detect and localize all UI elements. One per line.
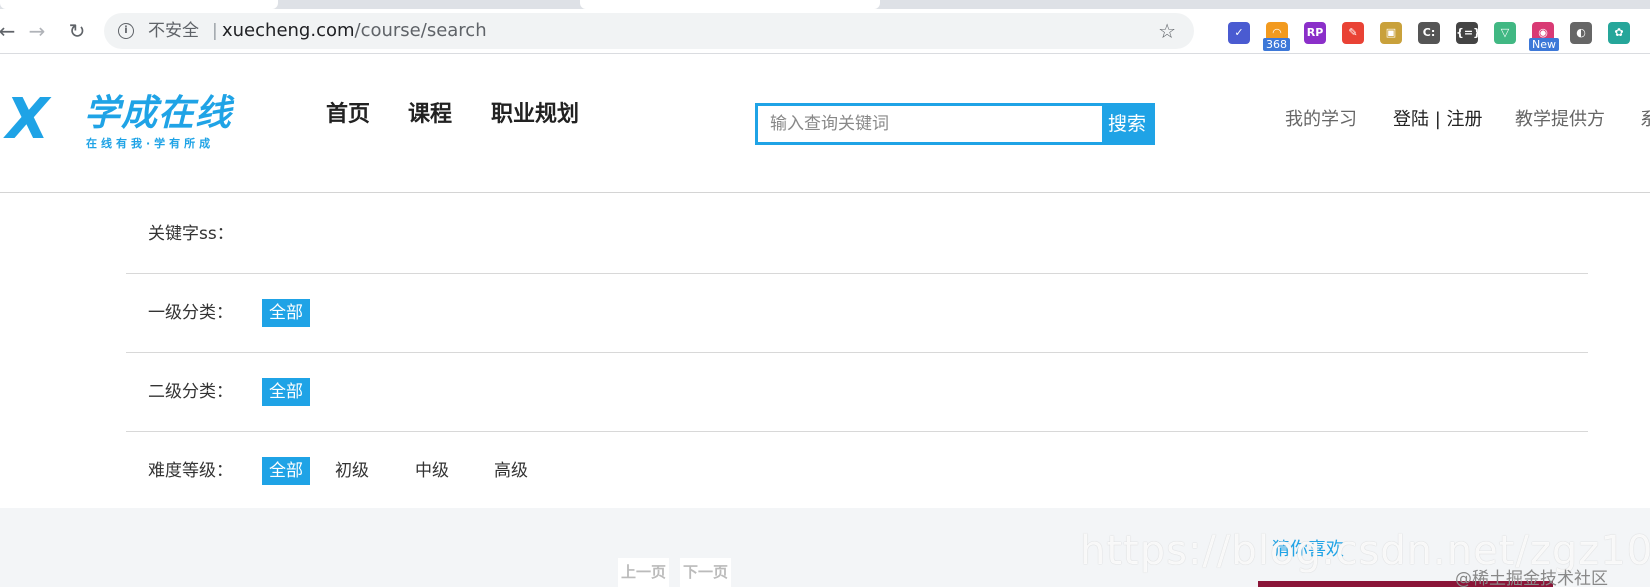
logo-slogan: 在线有我·学有所成	[86, 137, 215, 150]
c-extension-glyph: C:	[1422, 26, 1436, 39]
nav-career[interactable]: 职业规划	[491, 100, 579, 130]
browser-tab-strip	[0, 0, 1650, 9]
nav-courses[interactable]: 课程	[408, 100, 452, 130]
check-extension-glyph: ✓	[1234, 26, 1244, 39]
difficulty-row: 难度等级： 全部 初级 中级 高级	[126, 432, 1588, 511]
truncated-nav-link[interactable]: 系	[1640, 105, 1650, 135]
search-input[interactable]	[758, 106, 1105, 142]
community-watermark: @稀土掘金技术社区	[1455, 569, 1608, 587]
next-page-button[interactable]: 下一页	[680, 558, 732, 587]
filter-panel: 关键字ss： 一级分类： 全部 二级分类： 全部 难度等级： 全部 初级 中级 …	[126, 195, 1588, 511]
url-text[interactable]: xuecheng.com/course/search	[222, 13, 487, 49]
difficulty-label: 难度等级：	[148, 461, 233, 481]
difficulty-option-advanced[interactable]: 高级	[487, 457, 535, 485]
screenshot-root: ← → ↻ i 不安全 | xuecheng.com/course/search…	[0, 0, 1650, 587]
login-register-link[interactable]: 登陆 | 注册	[1393, 105, 1483, 135]
search-button[interactable]: 搜索	[1102, 106, 1152, 142]
image-extension-glyph: ▣	[1385, 26, 1397, 39]
url-host: xuecheng.com	[222, 20, 355, 41]
keyword-row: 关键字ss：	[126, 195, 1588, 274]
my-learning-link[interactable]: 我的学习	[1285, 105, 1357, 135]
logo-x-icon: X	[6, 87, 49, 152]
url-path: /course/search	[354, 20, 487, 41]
back-button[interactable]: ←	[0, 18, 20, 44]
palette-extension-glyph: ◐	[1576, 26, 1586, 39]
site-logo[interactable]: X 学成在线 在线有我·学有所成	[6, 90, 251, 155]
level2-category-label: 二级分类：	[148, 382, 233, 402]
extension-badge: New	[1529, 38, 1559, 51]
site-header: X 学成在线 在线有我·学有所成 首页 课程 职业规划 搜索 我的学习 登陆 |…	[0, 55, 1650, 193]
keyword-label: 关键字ss：	[148, 224, 234, 244]
info-icon[interactable]: i	[118, 23, 134, 39]
level1-option-all[interactable]: 全部	[262, 299, 310, 327]
image-extension-icon[interactable]: ▣	[1380, 22, 1402, 44]
teal-extension-glyph: ✿	[1614, 26, 1624, 39]
results-area: 上一页 下一页 猜你喜欢 https://blog.csdn.net/zgz10…	[0, 508, 1650, 587]
difficulty-option-all[interactable]: 全部	[262, 457, 310, 485]
browser-toolbar: ← → ↻ i 不安全 | xuecheng.com/course/search…	[0, 9, 1650, 54]
search-form: 搜索	[755, 103, 1155, 145]
palette-extension-icon[interactable]: ◐	[1570, 22, 1592, 44]
level2-category-row: 二级分类： 全部	[126, 353, 1588, 432]
level1-category-label: 一级分类：	[148, 303, 233, 323]
colorful-extension-icon[interactable]: ✎	[1342, 22, 1364, 44]
teaching-provider-link[interactable]: 教学提供方	[1515, 105, 1605, 135]
json-extension-glyph: {=}	[1456, 26, 1481, 39]
browser-tab[interactable]	[580, 0, 880, 9]
extension-badge: 368	[1263, 38, 1290, 51]
logo-name: 学成在线	[84, 93, 233, 134]
forward-button[interactable]: →	[24, 18, 50, 44]
rss-extension-icon[interactable]: ◠ 368	[1263, 22, 1290, 51]
difficulty-option-beginner[interactable]: 初级	[328, 457, 376, 485]
rp-extension-icon[interactable]: RP	[1304, 22, 1326, 44]
address-bar[interactable]: i 不安全 | xuecheng.com/course/search ☆	[104, 13, 1194, 49]
colorful-extension-glyph: ✎	[1348, 26, 1358, 39]
teal-extension-icon[interactable]: ✿	[1608, 22, 1630, 44]
reload-button[interactable]: ↻	[64, 18, 90, 44]
rp-extension-glyph: RP	[1306, 26, 1324, 39]
bookmark-star-icon[interactable]: ☆	[1158, 13, 1176, 49]
difficulty-option-intermediate[interactable]: 中级	[408, 457, 456, 485]
browser-tab[interactable]	[0, 0, 278, 9]
level2-option-all[interactable]: 全部	[262, 378, 310, 406]
vue-extension-glyph: ▽	[1500, 26, 1510, 39]
json-extension-icon[interactable]: {=}	[1456, 22, 1481, 44]
check-extension-icon[interactable]: ✓	[1228, 22, 1250, 44]
prev-page-button[interactable]: 上一页	[618, 558, 670, 587]
nav-home[interactable]: 首页	[326, 100, 370, 130]
c-extension-icon[interactable]: C:	[1418, 22, 1440, 44]
rainbow-extension-icon[interactable]: ◉ New	[1529, 22, 1559, 51]
vue-extension-icon[interactable]: ▽	[1494, 22, 1516, 44]
level1-category-row: 一级分类： 全部	[126, 274, 1588, 353]
security-status: 不安全	[148, 21, 199, 41]
security-separator: |	[212, 21, 218, 41]
